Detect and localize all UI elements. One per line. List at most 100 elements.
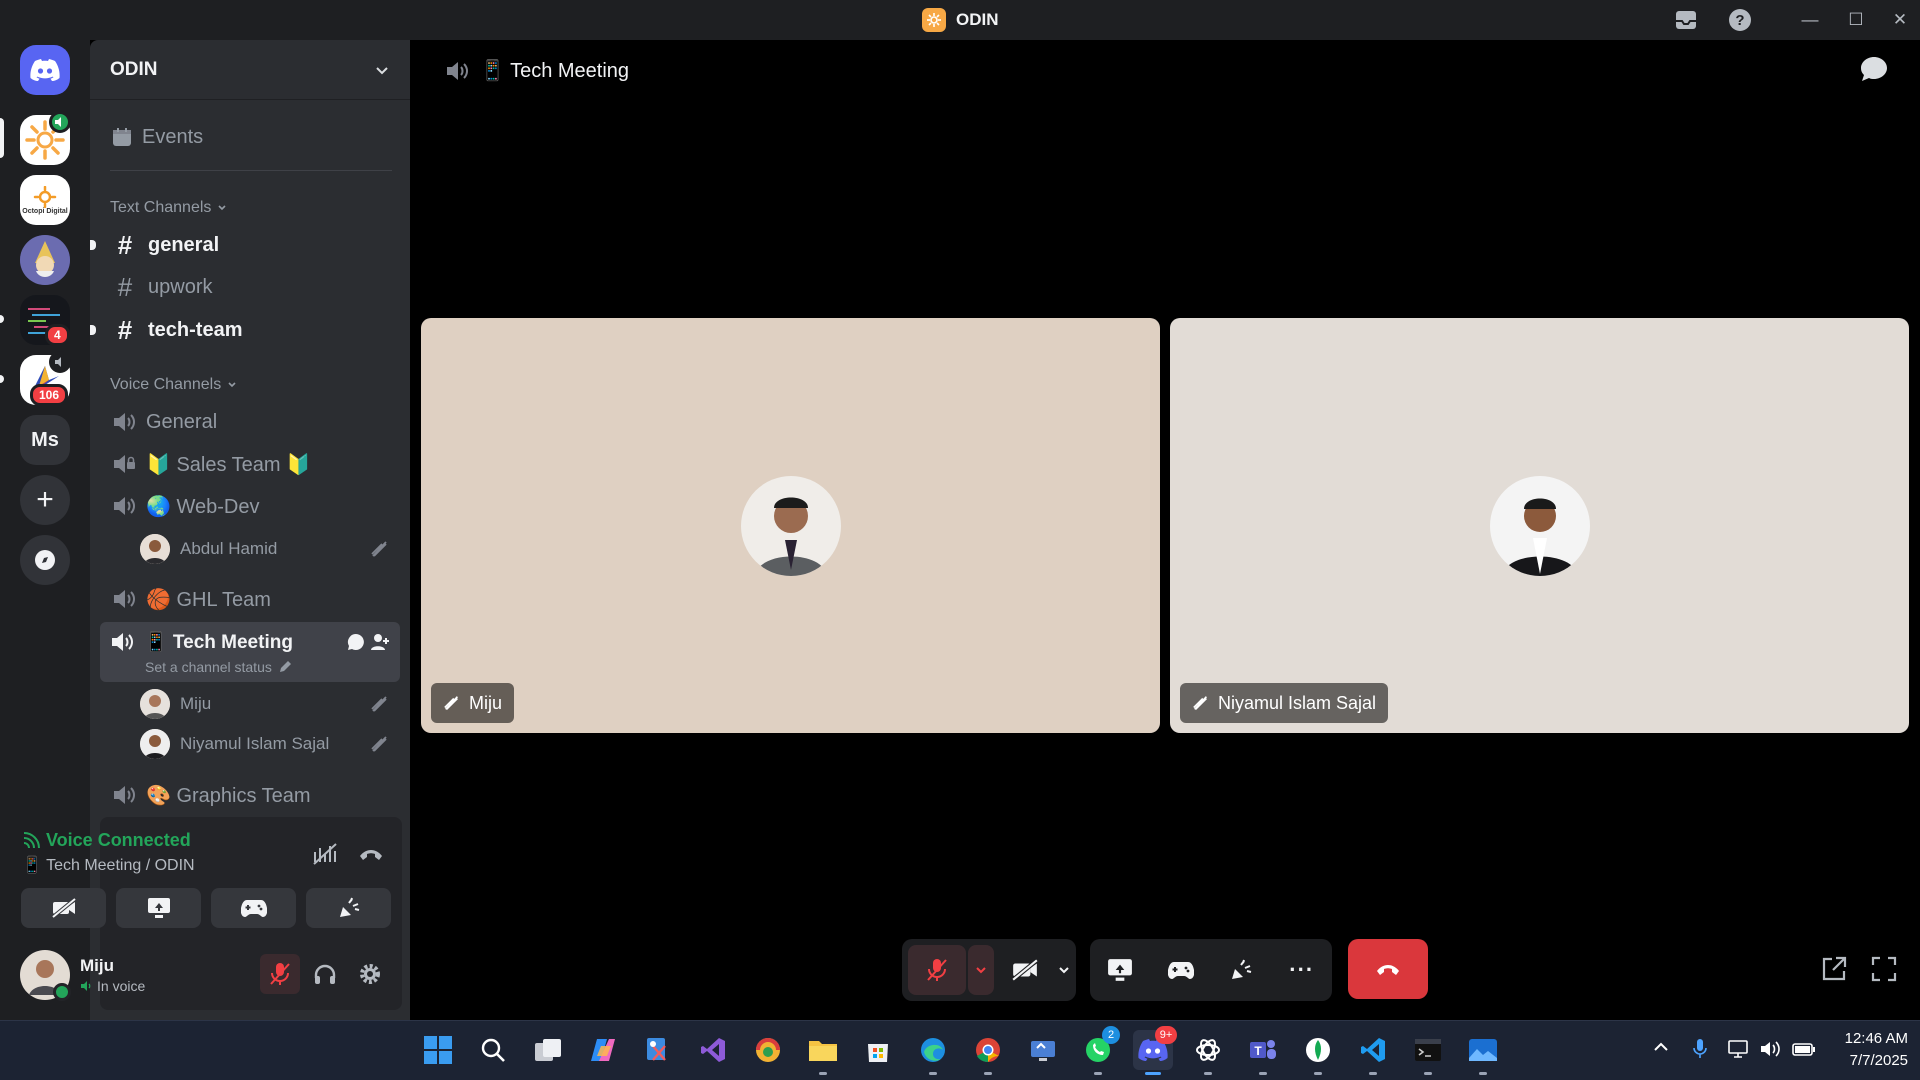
mic-options-button[interactable]	[968, 945, 994, 995]
activities-button[interactable]	[211, 888, 296, 928]
mute-mic-button[interactable]	[908, 945, 966, 995]
share-screen-button[interactable]	[1095, 945, 1145, 995]
open-chat-icon[interactable]	[346, 632, 366, 652]
clock[interactable]: 12:46 AM 7/7/2025	[1818, 1028, 1908, 1072]
mute-button[interactable]	[260, 954, 300, 994]
microphone-icon[interactable]	[1692, 1038, 1708, 1060]
direct-messages-button[interactable]	[20, 45, 70, 95]
clock-date: 7/7/2025	[1849, 1052, 1908, 1069]
server-header[interactable]: ODIN	[90, 40, 410, 100]
teams-icon[interactable]: T	[1243, 1030, 1283, 1070]
maximize-button[interactable]: ☐	[1836, 8, 1876, 32]
channel-label: 🌏 Web-Dev	[146, 495, 260, 518]
chatgpt-icon[interactable]	[1188, 1030, 1228, 1070]
avatar	[140, 729, 170, 759]
pop-out-icon[interactable]	[1820, 955, 1848, 983]
participant-tile-niyamul[interactable]: Niyamul Islam Sajal	[1170, 318, 1909, 733]
battery-icon[interactable]	[1792, 1041, 1816, 1057]
chevron-up-icon[interactable]	[1652, 1040, 1670, 1054]
task-view-icon[interactable]	[528, 1030, 568, 1070]
discord-taskbar-icon[interactable]: 9+	[1133, 1026, 1177, 1070]
invite-icon[interactable]	[370, 632, 390, 652]
server-ms[interactable]: Ms	[20, 415, 70, 465]
more-options-button[interactable]: ···	[1277, 945, 1327, 995]
events-link[interactable]: Events	[100, 118, 400, 156]
channel-general[interactable]: # general	[100, 226, 400, 264]
network-icon[interactable]	[1728, 1040, 1750, 1058]
voice-channel-ghl[interactable]: 🏀 GHL Team	[100, 580, 400, 618]
noise-suppression-icon[interactable]	[312, 842, 338, 866]
search-icon[interactable]	[473, 1030, 513, 1070]
whatsapp-icon[interactable]: 2	[1078, 1026, 1120, 1070]
leave-call-button[interactable]	[1348, 939, 1428, 999]
edge-icon[interactable]	[913, 1030, 953, 1070]
gamepad-icon	[1167, 962, 1194, 979]
camera-options-button[interactable]	[1052, 945, 1076, 995]
soundboard-button[interactable]	[306, 888, 391, 928]
channel-tech-team[interactable]: # tech-team	[100, 311, 400, 349]
server-arrow[interactable]: 106	[20, 351, 71, 406]
copilot-icon[interactable]	[583, 1030, 623, 1070]
svg-text:?: ?	[1735, 12, 1744, 29]
voice-location[interactable]: 📱 Tech Meeting / ODIN	[22, 855, 195, 875]
camera-button[interactable]	[998, 945, 1052, 995]
channel-upwork[interactable]: # upwork	[100, 268, 400, 306]
voice-user-niyamul[interactable]: Niyamul Islam Sajal	[140, 726, 400, 762]
server-wizard[interactable]	[20, 235, 70, 285]
close-button[interactable]: ✕	[1880, 8, 1920, 32]
voice-user-miju[interactable]: Miju	[140, 686, 400, 722]
voice-channel-graphics[interactable]: 🎨 Graphics Team	[100, 776, 400, 814]
speaker-icon	[114, 786, 135, 804]
voice-channels-category[interactable]: Voice Channels	[110, 376, 237, 394]
minimize-button[interactable]: —	[1790, 8, 1830, 32]
add-server-button[interactable]: +	[20, 475, 70, 525]
user-name: Niyamul Islam Sajal	[180, 734, 330, 753]
snipping-tool-icon[interactable]	[638, 1030, 678, 1070]
mongodb-icon[interactable]	[1298, 1030, 1338, 1070]
voice-channel-general[interactable]: General	[100, 403, 400, 441]
soundboard-button[interactable]	[1216, 945, 1266, 995]
server-octopi-digital[interactable]: Octopi Digital	[20, 175, 70, 225]
file-explorer-icon[interactable]	[803, 1030, 843, 1070]
user-name[interactable]: Miju	[80, 956, 114, 976]
activities-button[interactable]	[1156, 945, 1206, 995]
channel-label: upwork	[148, 275, 213, 298]
camera-toggle-button[interactable]	[21, 888, 106, 928]
start-icon[interactable]	[418, 1030, 458, 1070]
channel-status[interactable]: Set a channel status	[145, 659, 292, 675]
discover-button[interactable]	[20, 535, 70, 585]
calendar-icon	[113, 128, 131, 146]
chat-icon[interactable]	[1860, 56, 1888, 82]
fullscreen-icon[interactable]	[1870, 955, 1898, 983]
visual-studio-icon[interactable]	[693, 1030, 733, 1070]
photos-icon[interactable]	[1463, 1030, 1503, 1070]
help-icon[interactable]: ?	[1727, 8, 1753, 32]
deafen-button[interactable]	[305, 954, 345, 994]
voice-user-abdul-hamid[interactable]: Abdul Hamid	[140, 531, 400, 567]
disconnect-icon[interactable]	[358, 846, 384, 862]
browser-swirl-icon[interactable]	[748, 1030, 788, 1070]
channel-label: General	[146, 410, 218, 433]
store-icon[interactable]	[858, 1030, 898, 1070]
voice-channel-sales[interactable]: 🔰 Sales Team 🔰	[100, 445, 400, 483]
vscode-icon[interactable]	[1353, 1030, 1393, 1070]
remote-desktop-icon[interactable]	[1023, 1030, 1063, 1070]
server-odin[interactable]	[20, 111, 71, 165]
running-indicator	[1204, 1072, 1212, 1075]
participant-tile-miju[interactable]: Miju	[421, 318, 1160, 733]
user-avatar[interactable]	[20, 950, 71, 1001]
channel-label: general	[148, 233, 220, 256]
participant-name: Niyamul Islam Sajal	[1218, 692, 1377, 713]
server-code[interactable]: 4	[20, 295, 70, 346]
video-off-icon	[1011, 959, 1039, 981]
text-channels-category[interactable]: Text Channels	[110, 199, 227, 217]
chrome-icon[interactable]	[968, 1030, 1008, 1070]
voice-status[interactable]: Voice Connected	[22, 830, 191, 851]
settings-button[interactable]	[350, 954, 390, 994]
voice-channel-webdev[interactable]: 🌏 Web-Dev	[100, 487, 400, 525]
inbox-icon[interactable]	[1672, 8, 1700, 32]
volume-icon[interactable]	[1760, 1040, 1782, 1058]
participant-avatar	[741, 476, 841, 576]
share-screen-button[interactable]	[116, 888, 201, 928]
terminal-icon[interactable]	[1408, 1030, 1448, 1070]
